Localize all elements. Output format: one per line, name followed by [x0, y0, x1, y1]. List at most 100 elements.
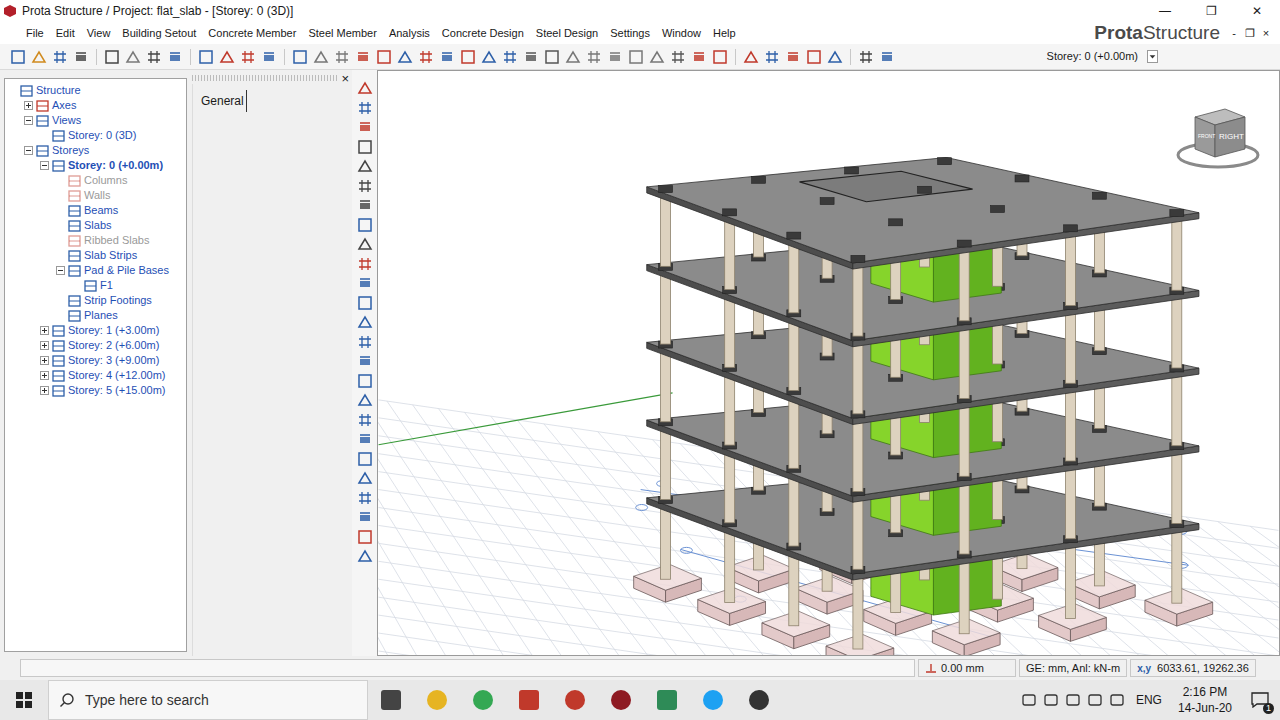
tool-icon[interactable] [357, 470, 373, 486]
tool-icon[interactable] [858, 49, 874, 65]
clock[interactable]: 2:16 PM14-Jun-20 [1170, 684, 1240, 716]
structure-3d-model[interactable] [378, 71, 1279, 655]
tree-item[interactable]: Storey: 1 (+3.00m) [8, 323, 186, 338]
collapse-icon[interactable] [24, 146, 33, 155]
column[interactable] [853, 569, 863, 649]
column[interactable] [1066, 539, 1076, 619]
tool-icon[interactable] [649, 49, 665, 65]
column[interactable] [853, 414, 863, 492]
tool-icon[interactable] [376, 49, 392, 65]
tool-icon[interactable] [712, 49, 728, 65]
column[interactable] [853, 258, 863, 336]
column[interactable] [959, 243, 969, 321]
windows-start-icon[interactable] [0, 680, 48, 720]
tool-icon[interactable] [357, 392, 373, 408]
3d-viewport[interactable]: FRONTRIGHT [377, 70, 1280, 656]
taskbar-app-icon[interactable] [414, 680, 460, 720]
tool-icon[interactable] [357, 490, 373, 506]
language-indicator[interactable]: ENG [1128, 691, 1170, 709]
tool-icon[interactable] [219, 49, 235, 65]
slab-opening[interactable] [799, 171, 972, 201]
tray-icon[interactable] [1018, 692, 1040, 708]
tree-item[interactable]: Ribbed Slabs [8, 233, 186, 248]
document-control[interactable]: ❐ [1242, 25, 1258, 42]
dropdown-icon[interactable] [1147, 50, 1158, 63]
taskbar-app-icon[interactable] [690, 680, 736, 720]
tree-item[interactable]: Axes [8, 98, 186, 113]
tool-icon[interactable] [292, 49, 308, 65]
menu-item[interactable]: View [81, 25, 117, 42]
window-control[interactable]: ❐ [1188, 0, 1234, 22]
panel-tab[interactable]: General [199, 90, 247, 112]
tool-icon[interactable] [357, 256, 373, 272]
tool-icon[interactable] [261, 49, 277, 65]
column[interactable] [1172, 368, 1182, 446]
document-control[interactable]: - [1226, 25, 1242, 42]
tool-icon[interactable] [357, 158, 373, 174]
tree-item[interactable]: Slabs [8, 218, 186, 233]
taskbar-app-icon[interactable] [736, 680, 782, 720]
tool-icon[interactable] [73, 49, 89, 65]
tool-icon[interactable] [544, 49, 560, 65]
tree-item[interactable]: Storey: 0 (3D) [8, 128, 186, 143]
tool-icon[interactable] [827, 49, 843, 65]
tool-icon[interactable] [357, 431, 373, 447]
tool-icon[interactable] [357, 412, 373, 428]
tree-item[interactable]: Slab Strips [8, 248, 186, 263]
tree-item[interactable]: Columns [8, 173, 186, 188]
tool-icon[interactable] [10, 49, 26, 65]
column[interactable] [1066, 383, 1076, 461]
taskbar-app-icon[interactable] [368, 680, 414, 720]
tool-icon[interactable] [628, 49, 644, 65]
tool-icon[interactable] [52, 49, 68, 65]
tree-item[interactable]: Storey: 4 (+12.00m) [8, 368, 186, 383]
tool-icon[interactable] [502, 49, 518, 65]
column[interactable] [959, 321, 969, 399]
tool-icon[interactable] [357, 373, 373, 389]
column[interactable] [959, 476, 969, 554]
menu-item[interactable]: File [20, 25, 50, 42]
column[interactable] [1172, 290, 1182, 368]
storey-select-label[interactable]: Storey: 0 (+0.00m) [1047, 48, 1138, 65]
panel-close-button[interactable]: × [338, 72, 352, 85]
column[interactable] [1172, 213, 1182, 291]
expand-icon[interactable] [40, 356, 49, 365]
tool-icon[interactable] [806, 49, 822, 65]
tool-icon[interactable] [691, 49, 707, 65]
menu-item[interactable]: Building Setout [116, 25, 202, 42]
taskbar-app-icon[interactable] [460, 680, 506, 720]
tool-icon[interactable] [357, 529, 373, 545]
menu-item[interactable]: Steel Design [530, 25, 604, 42]
view-cube[interactable]: FRONTRIGHT [1173, 105, 1263, 175]
slab[interactable] [647, 158, 1199, 270]
tree-item[interactable]: Planes [8, 308, 186, 323]
tool-icon[interactable] [565, 49, 581, 65]
tree-item[interactable]: Storey: 3 (+9.00m) [8, 353, 186, 368]
tool-icon[interactable] [146, 49, 162, 65]
tool-icon[interactable] [357, 178, 373, 194]
menu-item[interactable]: Steel Member [302, 25, 382, 42]
tray-icon[interactable] [1062, 692, 1084, 708]
expand-icon[interactable] [24, 101, 33, 110]
taskbar-app-icon[interactable] [552, 680, 598, 720]
tool-icon[interactable] [198, 49, 214, 65]
tree-item[interactable]: Views [8, 113, 186, 128]
tool-icon[interactable] [481, 49, 497, 65]
collapse-icon[interactable] [24, 116, 33, 125]
menu-item[interactable]: Window [656, 25, 707, 42]
menu-item[interactable]: Concrete Member [202, 25, 302, 42]
tree-item[interactable]: Structure [8, 83, 186, 98]
tool-icon[interactable] [334, 49, 350, 65]
tree-item[interactable]: Storey: 0 (+0.00m) [8, 158, 186, 173]
column[interactable] [1172, 523, 1182, 603]
tool-icon[interactable] [460, 49, 476, 65]
tool-icon[interactable] [104, 49, 120, 65]
tool-icon[interactable] [31, 49, 47, 65]
tool-icon[interactable] [397, 49, 413, 65]
expand-icon[interactable] [40, 326, 49, 335]
tree-item[interactable]: Storey: 5 (+15.00m) [8, 383, 186, 398]
tool-icon[interactable] [167, 49, 183, 65]
column[interactable] [1172, 446, 1182, 524]
menu-item[interactable]: Help [707, 25, 742, 42]
tool-icon[interactable] [743, 49, 759, 65]
